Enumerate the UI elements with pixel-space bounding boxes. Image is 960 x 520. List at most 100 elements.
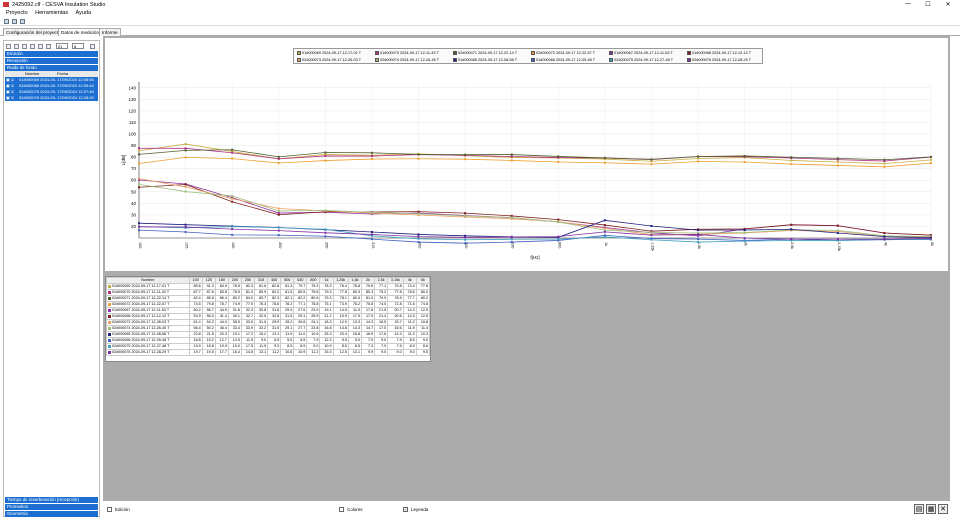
- grid-value-cell[interactable]: 9.0: [374, 349, 389, 356]
- x-tick-label: 160: [231, 242, 235, 248]
- series-name: 02#000071 2024-09-17 12-22-14 T: [112, 296, 170, 300]
- channel-select[interactable]: 01: [56, 43, 68, 49]
- data-point: [650, 231, 653, 234]
- tab-project-config[interactable]: Configuración del proyecto: [3, 28, 64, 36]
- data-point: [883, 232, 886, 235]
- band-select[interactable]: 8: [72, 43, 84, 49]
- grid-value-cell[interactable]: 10.6: [280, 349, 295, 356]
- data-point: [603, 227, 606, 230]
- legend-label: 02#000076 2024-09-17 12-28-29 T: [692, 57, 752, 62]
- list-item[interactable]: ▣ ☑ 02#000076 2024-09- 17/09/2024 12:28:…: [5, 95, 98, 101]
- spectrum-chart[interactable]: 20 30 40 50 60 70 80 90 100 110 120 130 140 100 125 160…: [105, 38, 948, 271]
- x-tick-label: 1,6k: [697, 242, 701, 249]
- series-name: 01#000066 2024-09-17 12-09-48 T: [112, 338, 170, 342]
- series-color-swatch: [108, 308, 111, 312]
- data-point: [790, 156, 793, 159]
- new-file-icon[interactable]: [4, 19, 9, 24]
- data-point: [370, 158, 373, 161]
- series-line: [138, 183, 932, 237]
- series-color-swatch: [108, 338, 111, 342]
- data-point: [697, 229, 700, 232]
- data-point: [557, 218, 560, 221]
- data-point: [603, 219, 606, 222]
- data-point: [138, 153, 140, 156]
- grid-value-cell[interactable]: 17.7: [214, 349, 229, 356]
- grid-value-cell[interactable]: 11.2: [267, 349, 282, 356]
- menu-proyecto[interactable]: Proyecto: [6, 9, 28, 17]
- section-emission[interactable]: Emisión: [5, 51, 98, 57]
- grid-value-cell[interactable]: 12.5: [332, 349, 349, 356]
- table-row[interactable]: 02#000076 2024-09-17 12-28-29 T 19.7 19.5 1…: [106, 349, 431, 356]
- left-toolbar: 01 8: [6, 43, 99, 50]
- title-bar: 2425092.clf - CESVA Insulation Studio — …: [0, 0, 960, 9]
- grid-value-cell[interactable]: 14.5: [240, 349, 256, 356]
- save-icon[interactable]: [20, 19, 25, 24]
- maximize-button[interactable]: ☐: [922, 1, 934, 8]
- open-file-icon[interactable]: [12, 19, 17, 24]
- data-point: [557, 235, 560, 238]
- tab-measurement-data[interactable]: Datos de medición: [58, 28, 103, 36]
- grid-value-cell[interactable]: 9.0: [402, 349, 417, 356]
- colors-checkbox[interactable]: Colores: [339, 507, 363, 513]
- add-icon[interactable]: [6, 44, 11, 49]
- menu-herramientas[interactable]: Herramientas: [35, 9, 68, 17]
- legend-entry: 01#000066 2024-09-17 12-09-48 T: [531, 57, 595, 63]
- series-color-swatch: [108, 302, 111, 306]
- data-point: [510, 159, 513, 162]
- series-color-swatch: [108, 332, 111, 336]
- delete-icon[interactable]: [38, 44, 43, 49]
- grid-value-cell[interactable]: 10.9: [293, 349, 308, 356]
- data-point: [324, 151, 327, 154]
- legend-label: 02#000073 2024-09-17 12-26-03 T: [302, 57, 362, 62]
- section-geometry[interactable]: Geometría: [5, 511, 98, 517]
- legend-swatch: [609, 57, 613, 62]
- grid-value-cell[interactable]: 15.3: [319, 349, 334, 356]
- data-point: [510, 155, 513, 158]
- grid-value-cell[interactable]: 16.4: [227, 349, 242, 356]
- data-point: [417, 212, 420, 215]
- minimize-button[interactable]: —: [902, 1, 914, 7]
- section-reverb-time[interactable]: Tiempo de reverberación (recepción): [5, 497, 98, 503]
- y-tick-label: 60: [131, 178, 137, 183]
- data-point: [277, 209, 280, 212]
- legend-entry: 02#000072 2024-09-17 12-22-57 T: [531, 51, 595, 56]
- data-point: [464, 158, 467, 161]
- tab-report[interactable]: Informe: [99, 28, 121, 36]
- grid-value-cell[interactable]: 9.9: [361, 349, 376, 356]
- x-tick-label: 2,5k: [790, 242, 794, 249]
- data-point: [557, 160, 560, 163]
- close-view-icon[interactable]: ✕: [938, 504, 948, 514]
- grid-value-cell[interactable]: 9.5: [415, 349, 431, 356]
- grid-value-cell[interactable]: 19.5: [201, 349, 216, 356]
- data-point: [930, 162, 932, 165]
- legend-checkbox[interactable]: ✓ Leyenda: [403, 507, 428, 513]
- data-grid[interactable]: Nombre 100 125 160 200 250 315 400 500 630 800 1k 1,…: [105, 276, 431, 362]
- data-point: [510, 153, 513, 156]
- data-point: [930, 155, 932, 158]
- data-point: [743, 229, 746, 232]
- close-button[interactable]: ✕: [942, 1, 954, 8]
- menu-ayuda[interactable]: Ayuda: [76, 9, 92, 17]
- export-icon[interactable]: [30, 44, 35, 49]
- grid-value-cell[interactable]: 19.7: [188, 349, 203, 356]
- data-point: [277, 229, 280, 232]
- import-icon[interactable]: [22, 44, 27, 49]
- legend-entry: 02#000074 2024-09-17 12-26-45 T: [375, 57, 439, 63]
- export-icon[interactable]: ▦: [926, 504, 936, 514]
- section-averages[interactable]: Promedios: [5, 504, 98, 510]
- legend-swatch: [375, 57, 379, 62]
- edit-checkbox[interactable]: Edición: [107, 507, 130, 513]
- grid-value-cell[interactable]: 13.1: [347, 349, 363, 356]
- info-icon[interactable]: [90, 44, 95, 49]
- grid-value-cell[interactable]: 13.1: [254, 349, 269, 356]
- grid-value-cell[interactable]: 11.2: [306, 349, 321, 356]
- series-name: 02#000075 2024-09-17 12-27-48 T: [112, 344, 170, 348]
- section-reception[interactable]: Recepción: [5, 58, 98, 64]
- data-point: [231, 157, 234, 160]
- data-point: [603, 156, 606, 159]
- copy-icon[interactable]: [14, 44, 19, 49]
- grid-value-cell[interactable]: 9.0: [387, 349, 404, 356]
- data-point: [510, 235, 513, 238]
- print-icon[interactable]: ▤: [914, 504, 924, 514]
- settings-icon[interactable]: [46, 44, 51, 49]
